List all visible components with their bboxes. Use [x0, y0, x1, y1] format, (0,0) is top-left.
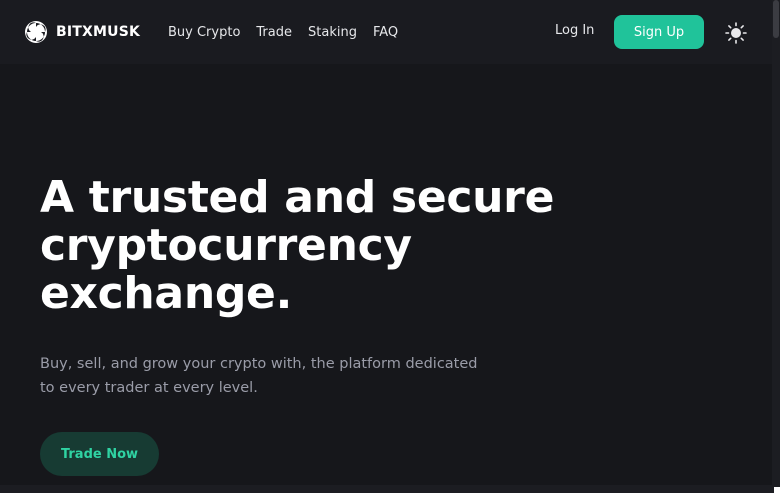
- trade-now-button[interactable]: Trade Now: [40, 432, 159, 476]
- nav-staking[interactable]: Staking: [308, 25, 357, 40]
- top-navbar: BITXMUSK Buy Crypto Trade Staking FAQ Lo…: [0, 0, 772, 64]
- nav-trade[interactable]: Trade: [256, 25, 292, 40]
- hero-title: A trusted and secure cryptocurrency exch…: [40, 174, 600, 318]
- theme-toggle-button[interactable]: [724, 21, 748, 45]
- nav-faq[interactable]: FAQ: [373, 25, 398, 40]
- nav-buy-crypto[interactable]: Buy Crypto: [168, 25, 240, 40]
- hero-subtitle: Buy, sell, and grow your crypto with, th…: [40, 356, 478, 396]
- hero-title-line: exchange.: [40, 268, 292, 319]
- brand-logo[interactable]: BITXMUSK: [24, 20, 140, 44]
- hero-title-line: A trusted and secure: [40, 172, 555, 223]
- signup-button[interactable]: Sign Up: [614, 15, 704, 49]
- brand-name: BITXMUSK: [56, 24, 141, 40]
- scrollbar-thumb[interactable]: [773, 0, 779, 38]
- swirl-logo-icon: [25, 21, 47, 43]
- main-nav: Buy Crypto Trade Staking FAQ: [168, 23, 398, 41]
- vertical-scrollbar[interactable]: [772, 0, 780, 485]
- hero-title-line: cryptocurrency: [40, 220, 412, 271]
- horizontal-scrollbar[interactable]: [0, 485, 780, 493]
- login-link[interactable]: Log In: [555, 23, 594, 38]
- scrollbar-corner: [774, 487, 780, 493]
- page: BITXMUSK Buy Crypto Trade Staking FAQ Lo…: [0, 0, 780, 493]
- sun-icon: [725, 22, 747, 44]
